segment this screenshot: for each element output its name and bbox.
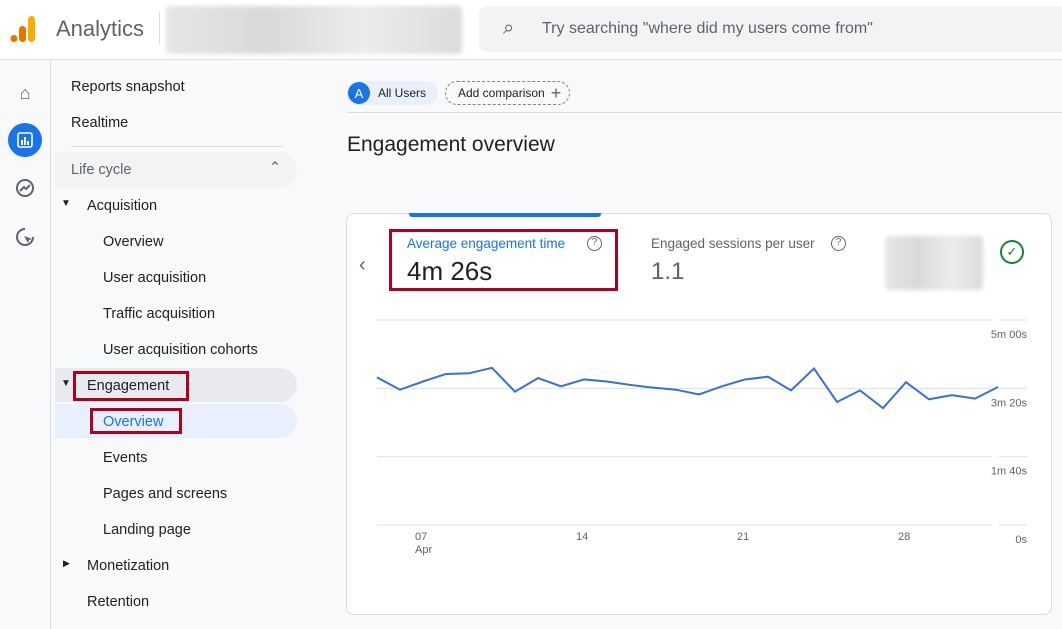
highlight-box [90,408,182,434]
app-name: Analytics [56,16,145,41]
report-navigation: Reports snapshot Realtime Life cycle ⌃ ▼… [51,60,317,629]
nav-events[interactable]: Events [103,450,147,466]
y-tick-label: 5m 00s [991,329,1028,341]
x-tick-label: 28 [898,531,910,543]
top-bar: Analytics ⌕ Try searching "where did my … [0,0,1062,60]
y-tick-label: 1m 40s [991,466,1028,478]
x-tick-sublabel: Apr [415,544,432,556]
home-icon[interactable]: ⌂ [8,76,42,110]
analytics-logo-icon [10,16,35,42]
page-title: Engagement overview [347,133,555,156]
segment-badge: A [348,82,370,104]
nav-traffic-acquisition[interactable]: Traffic acquisition [103,306,215,322]
divider [347,112,1062,113]
x-tick-label: 07 [415,531,427,543]
x-tick-label: 21 [737,531,749,543]
divider [159,12,160,44]
advertising-icon[interactable] [8,220,42,254]
nav-acquisition-overview[interactable]: Overview [103,234,163,250]
y-tick-label: 3m 20s [991,397,1028,409]
caret-down-icon: ▼ [61,198,71,209]
nav-pages-and-screens[interactable]: Pages and screens [103,486,227,502]
section-lifecycle[interactable]: Life cycle ⌃ [55,152,297,188]
chevron-up-icon: ⌃ [269,160,282,176]
nav-acquisition[interactable]: Acquisition [87,198,157,214]
y-tick-label: 0s [1015,534,1027,546]
plus-icon: + [550,82,562,103]
highlight-box [73,371,189,401]
nav-reports-snapshot[interactable]: Reports snapshot [71,79,185,95]
search-icon: ⌕ [503,17,515,39]
caret-right-icon: ▶ [63,558,70,568]
caret-down-icon: ▼ [61,378,71,389]
nav-user-acquisition[interactable]: User acquisition [103,270,206,286]
explore-icon[interactable] [8,171,42,205]
nav-rail: ⌂ [0,60,51,629]
divider [71,146,283,147]
account-selector[interactable] [166,6,462,54]
nav-realtime[interactable]: Realtime [71,115,128,131]
add-comparison-button[interactable]: Add comparison + [445,81,571,105]
nav-user-acquisition-cohorts[interactable]: User acquisition cohorts [103,342,258,358]
search-placeholder: Try searching "where did my users come f… [542,20,873,37]
section-label: Life cycle [71,162,132,178]
highlight-box [389,229,618,291]
nav-monetization[interactable]: Monetization [87,558,169,574]
segment-label: All Users [378,86,427,100]
nav-retention[interactable]: Retention [87,594,149,610]
reports-icon[interactable] [8,123,42,157]
nav-landing-page[interactable]: Landing page [103,522,191,538]
x-tick-label: 14 [576,531,588,543]
search-input[interactable]: ⌕ Try searching "where did my users come… [479,6,1062,52]
add-comparison-label: Add comparison [458,86,545,100]
segment-chip-all-users[interactable]: A All Users [347,81,439,105]
